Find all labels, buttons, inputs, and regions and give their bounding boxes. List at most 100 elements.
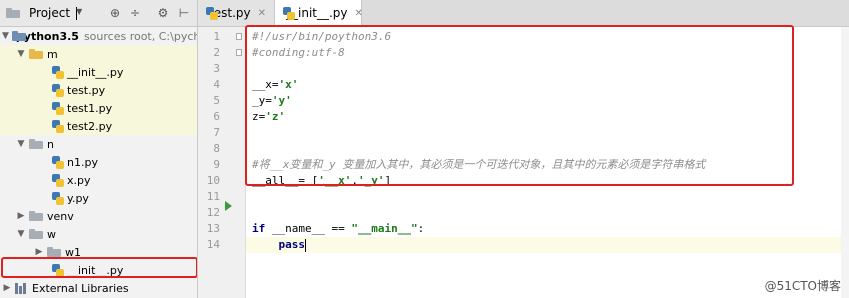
comment: #将__x变量和_y 变量加入其中，其必须是一个可迭代对象，且其中的元素必须是字… [252, 158, 706, 171]
tree-external-libraries[interactable]: ▶ External Libraries [0, 279, 197, 297]
python-file-icon [52, 191, 64, 205]
project-panel: Project ▼ ⊕ ÷ ⚙ ⊢ ▼ python3.5 sources ro… [0, 0, 198, 298]
tree-item-label: __init__.py [67, 65, 124, 79]
close-icon[interactable]: ✕ [258, 8, 266, 19]
tree-folder-n[interactable]: ▼ n [0, 135, 197, 153]
tree-item-label: w1 [65, 245, 81, 259]
tree-file-x[interactable]: x.py [0, 171, 197, 189]
tree-folder-m[interactable]: ▼ m [0, 45, 197, 63]
tree-root-hint: sources root, C:\pych [83, 29, 198, 43]
code-identifier: __name__ == [265, 222, 352, 235]
tree-file-test[interactable]: test.py [0, 81, 197, 99]
tab-test-py[interactable]: test.py ✕ [198, 0, 274, 26]
chevron-down-icon[interactable]: ▼ [2, 31, 9, 41]
chevron-down-icon[interactable]: ▼ [16, 49, 26, 59]
string-literal: "__main__" [351, 222, 418, 235]
line-number: 14 [206, 238, 220, 251]
tree-item-label: x.py [67, 173, 91, 187]
line-number-gutter: 1 2 3 4 5 6 7 8 9 10 11 12 13 14 [198, 27, 246, 298]
code-separator: , [351, 174, 358, 187]
python-file-icon [52, 65, 64, 79]
collapse-icon[interactable]: ÷ [128, 6, 142, 20]
code-line-6: z='z' [252, 109, 285, 125]
string-literal: 'z' [265, 110, 286, 123]
vertical-scrollbar[interactable] [841, 27, 849, 298]
code-line-14: pass [246, 237, 849, 253]
folder-icon [29, 139, 43, 149]
tree-folder-w[interactable]: ▼ w [0, 225, 197, 243]
folder-icon [29, 229, 43, 239]
code-colon: : [417, 222, 425, 235]
python-file-icon [52, 155, 64, 169]
python-file-icon [52, 173, 64, 187]
line-number: 9 [213, 158, 220, 171]
target-icon[interactable]: ⊕ [108, 6, 122, 20]
line-number: 6 [213, 110, 220, 123]
code-identifier: __x= [252, 78, 279, 91]
keyword: if [252, 222, 266, 235]
line-number: 11 [206, 190, 220, 203]
hide-icon[interactable]: ⊢ [177, 6, 191, 20]
chevron-down-icon: ▼ [76, 6, 82, 20]
python-file-icon [52, 263, 64, 277]
line-number: 7 [213, 126, 220, 139]
gear-icon[interactable]: ⚙ [156, 6, 170, 20]
run-icon[interactable] [225, 201, 232, 211]
line-number: 2 [213, 46, 220, 59]
tree-file-y[interactable]: y.py [0, 189, 197, 207]
tree-file-test2[interactable]: test2.py [0, 117, 197, 135]
code-line-5: _y='y' [252, 93, 292, 109]
editor-tabs: test.py ✕ __init__.py ✕ [198, 0, 849, 27]
tree-folder-venv[interactable]: ▶ venv [0, 207, 197, 225]
project-title: Project [29, 6, 71, 20]
fold-marker-icon[interactable] [236, 49, 242, 56]
line-number: 13 [206, 222, 220, 235]
tree-item-label: test2.py [67, 119, 113, 133]
keyword: pass [278, 238, 306, 251]
code-bracket: ] [384, 174, 392, 187]
chevron-right-icon[interactable]: ▶ [2, 283, 12, 293]
tree-item-label: test.py [67, 83, 106, 97]
tree-item-label: venv [47, 209, 74, 223]
folder-icon [47, 247, 61, 257]
code-area[interactable]: #!/usr/bin/poython3.6 #conding:utf-8 __x… [246, 27, 849, 298]
code-identifier: _y= [252, 94, 272, 107]
text-cursor [305, 238, 306, 252]
line-number: 1 [213, 30, 220, 43]
tree-folder-w1[interactable]: ▶ w1 [0, 243, 197, 261]
chevron-right-icon[interactable]: ▶ [16, 211, 26, 221]
tree-file-w-init[interactable]: __init__.py [0, 261, 197, 279]
chevron-down-icon[interactable]: ▼ [16, 139, 26, 149]
watermark: @51CTO博客 [764, 279, 841, 293]
chevron-right-icon[interactable]: ▶ [34, 247, 44, 257]
close-icon[interactable]: ✕ [355, 8, 363, 19]
project-view-selector[interactable]: Project ▼ [6, 6, 82, 20]
tree-item-label: n1.py [67, 155, 98, 169]
code-line-1: #!/usr/bin/poython3.6 [252, 29, 391, 45]
tree-file-n1[interactable]: n1.py [0, 153, 197, 171]
tab-label: __init__.py [286, 6, 348, 20]
project-panel-header: Project ▼ ⊕ ÷ ⚙ ⊢ [0, 0, 197, 27]
string-literal: 'x' [278, 78, 299, 91]
code-identifier: z= [252, 110, 266, 123]
tree-item-label: y.py [67, 191, 89, 205]
folder-icon [29, 211, 43, 221]
editor: test.py ✕ __init__.py ✕ 1 2 3 4 5 6 7 8 … [198, 0, 849, 298]
tree-root[interactable]: ▼ python3.5 sources root, C:\pych [0, 27, 197, 45]
tree-file-m-init[interactable]: __init__.py [0, 63, 197, 81]
comment: #!/usr/bin/poython3.6 [252, 30, 392, 43]
library-icon [15, 282, 28, 294]
tree-item-label: External Libraries [32, 281, 129, 295]
code-line-13: if __name__ == "__main__": [252, 221, 424, 237]
python-file-icon [52, 101, 64, 115]
fold-marker-icon[interactable] [236, 33, 242, 40]
string-literal: 'y' [271, 94, 292, 107]
tree-item-label: m [47, 47, 58, 61]
tab-init-py[interactable]: __init__.py ✕ [274, 0, 363, 26]
comment: #conding:utf-8 [252, 46, 345, 59]
line-number: 4 [213, 78, 220, 91]
line-number: 12 [206, 206, 220, 219]
folder-icon [6, 8, 20, 18]
tree-file-test1[interactable]: test1.py [0, 99, 197, 117]
chevron-down-icon[interactable]: ▼ [16, 229, 26, 239]
